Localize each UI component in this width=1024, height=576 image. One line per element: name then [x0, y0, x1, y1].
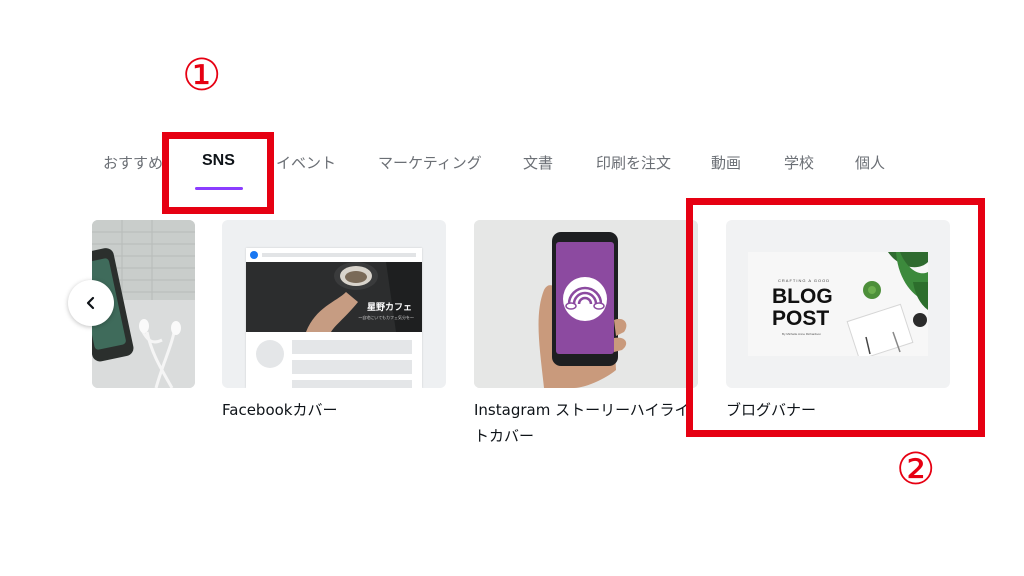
preview-blog-title-line1: BLOG [772, 285, 833, 308]
preview-cafe-title: 星野カフェ [366, 303, 412, 313]
facebook-icon [250, 251, 258, 259]
carousel-prev-button[interactable] [68, 280, 114, 326]
card-label-instagram-highlight[interactable]: Instagram ストーリーハイライ トカバー [474, 397, 689, 449]
annotation-marker-2: ② [896, 444, 936, 495]
card-label-line1: Instagram ストーリーハイライ [474, 401, 690, 419]
template-card-blog-banner[interactable]: CRAFTING A GOOD BLOG POST By Michelle An… [726, 220, 950, 388]
tab-recommended[interactable]: おすすめ [103, 152, 163, 173]
card-label-facebook-cover[interactable]: Facebookカバー [222, 397, 337, 423]
card-label-line2: トカバー [474, 427, 535, 445]
card-label-blog-banner[interactable]: ブログバナー [726, 397, 816, 423]
tab-marketing[interactable]: マーケティング [378, 152, 482, 173]
tab-print-order[interactable]: 印刷を注文 [596, 152, 671, 173]
card-thumbnail: 星野カフェ 〜自宅にいてもカフェ気分を〜 [246, 248, 422, 388]
category-tabs: おすすめ SNS イベント マーケティング 文書 印刷を注文 動画 学校 個人 [0, 152, 1024, 182]
card-thumbnail: CRAFTING A GOOD BLOG POST By Michelle An… [748, 252, 928, 356]
template-card-facebook-cover[interactable]: 星野カフェ 〜自宅にいてもカフェ気分を〜 [222, 220, 446, 388]
tab-event[interactable]: イベント [276, 152, 336, 173]
tab-sns[interactable]: SNS [202, 152, 235, 170]
tab-documents[interactable]: 文書 [523, 152, 553, 173]
preview-cafe-subtitle: 〜自宅にいてもカフェ気分を〜 [358, 315, 414, 320]
tab-school[interactable]: 学校 [784, 152, 814, 173]
preview-blog-byline: By Michelle Anne Richardson [782, 332, 822, 336]
preview-blog-title-line2: POST [772, 307, 830, 330]
template-card-instagram-highlight[interactable] [474, 220, 698, 388]
card-thumbnail [474, 220, 698, 388]
preview-blog-kicker: CRAFTING A GOOD [778, 278, 831, 283]
tab-video[interactable]: 動画 [711, 152, 741, 173]
chevron-left-icon [86, 296, 95, 310]
tab-personal[interactable]: 個人 [855, 152, 885, 173]
avatar-placeholder [256, 340, 284, 368]
annotation-marker-1: ① [182, 50, 222, 101]
active-tab-indicator [195, 187, 243, 190]
